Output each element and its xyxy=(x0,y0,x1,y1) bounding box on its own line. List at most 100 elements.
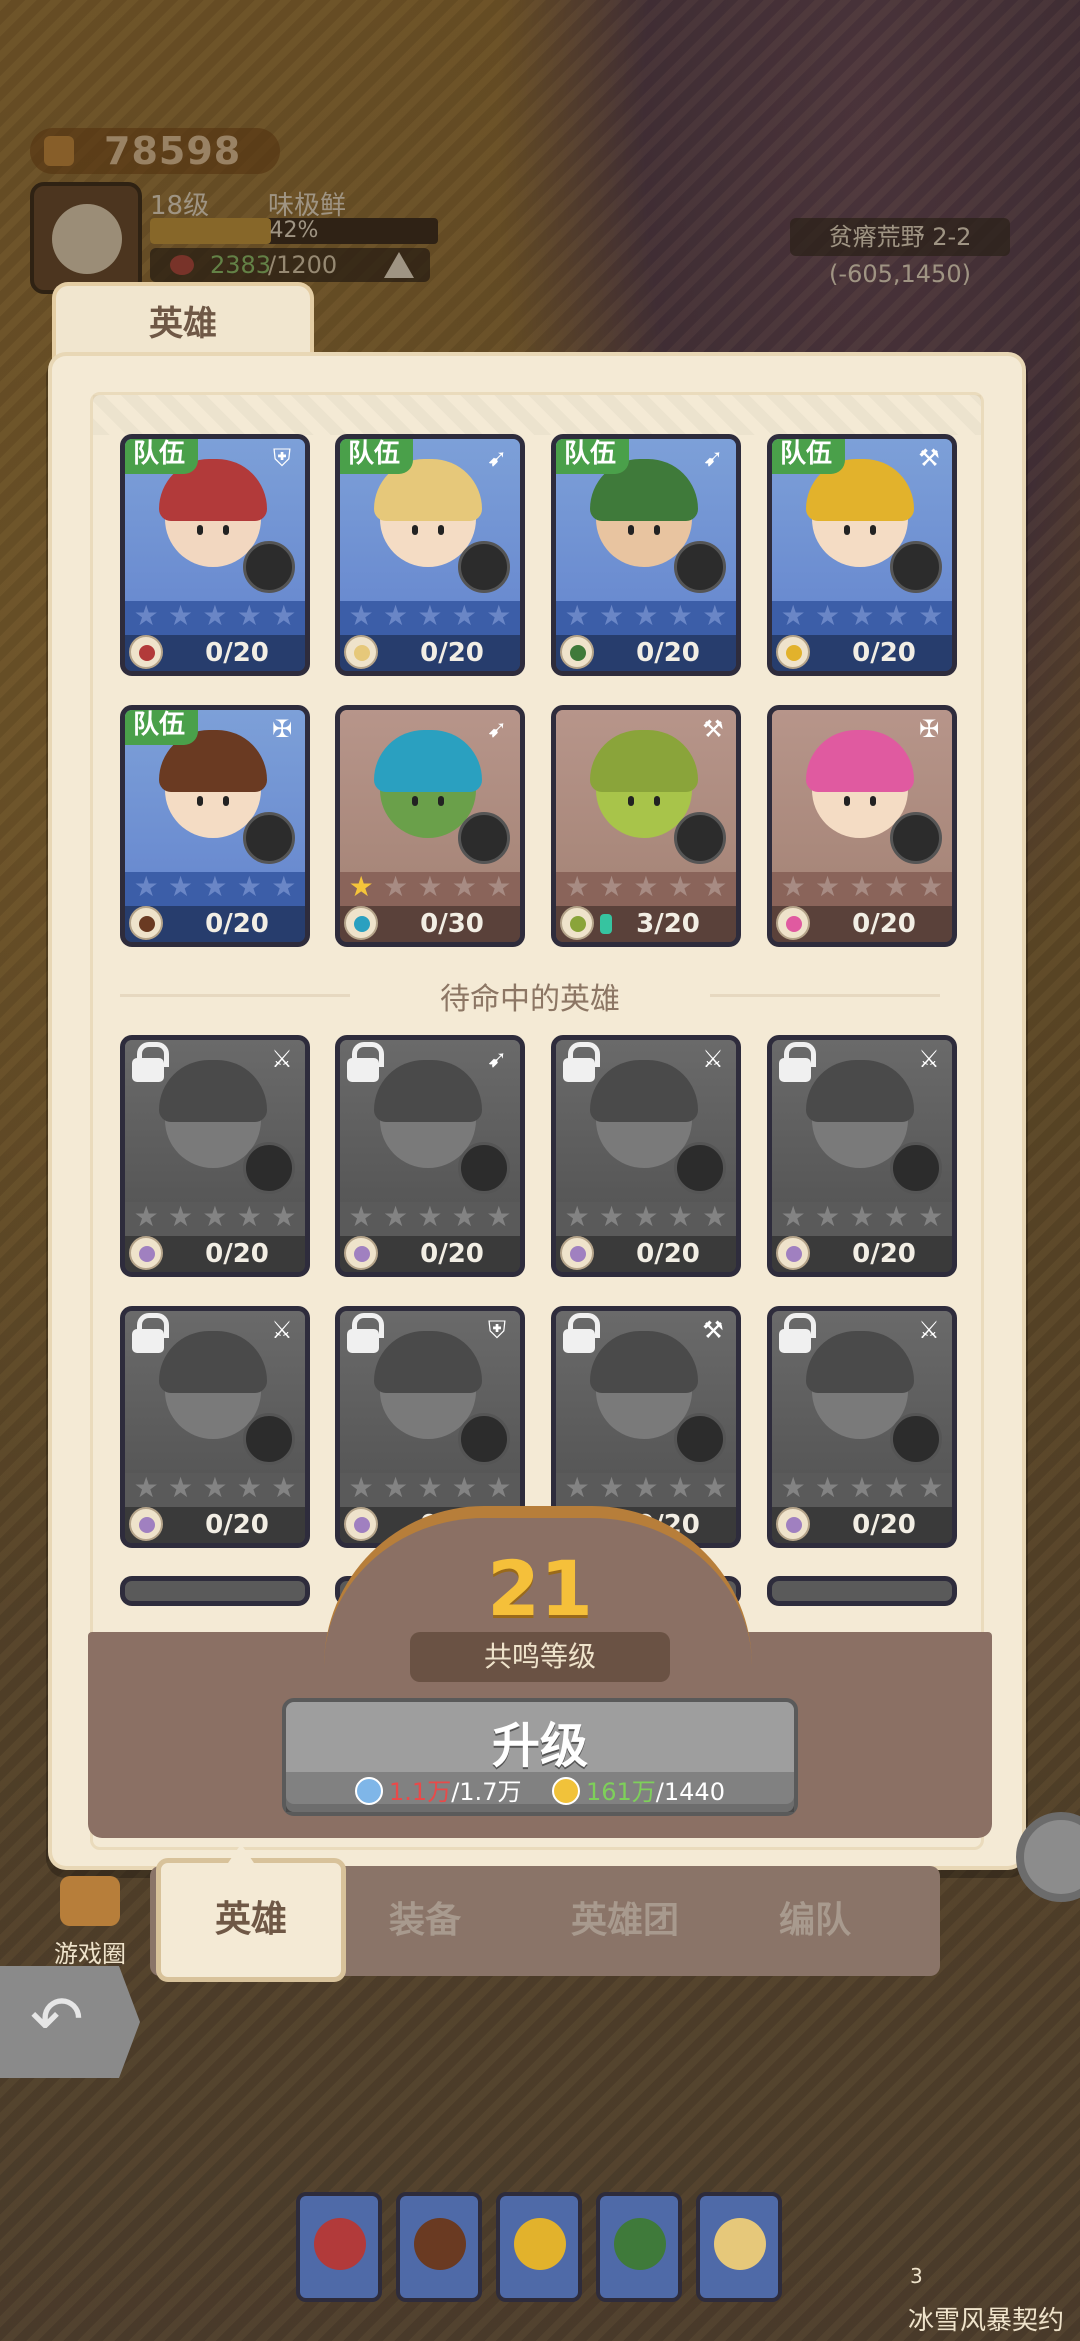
weapon-slot-icon xyxy=(890,541,942,593)
lineup-hero[interactable] xyxy=(296,2192,382,2302)
star-icon: ★ xyxy=(849,1471,875,1504)
upgrade-button[interactable]: 升级 1.1万/1.7万 161万/1440 xyxy=(282,1698,798,1816)
star-icon: ★ xyxy=(918,599,944,632)
hero-shard-icon xyxy=(560,906,594,940)
star-icon: ★ xyxy=(815,870,841,903)
star-icon: ★ xyxy=(780,599,806,632)
lock-icon xyxy=(558,1040,600,1082)
star-icon: ★ xyxy=(849,1200,875,1233)
hero-shard-icon xyxy=(129,635,163,669)
tab-heroes[interactable]: 英雄 xyxy=(156,1858,346,1982)
hero-card[interactable]: ⚒ ★ ★ ★ ★ ★ 0/20 队伍 xyxy=(767,434,957,676)
star-icon: ★ xyxy=(564,599,590,632)
sword-icon: ⚔ xyxy=(271,1316,293,1344)
axe-icon: ⚒ xyxy=(918,444,940,472)
weapon-slot-icon xyxy=(674,1142,726,1194)
star-icon: ★ xyxy=(667,599,693,632)
hero-card[interactable]: ✠ ★ ★ ★ ★ ★ 0/20 xyxy=(767,705,957,947)
bow-icon: ➹ xyxy=(702,444,724,472)
lineup-bar xyxy=(296,2192,796,2302)
star-icon: ★ xyxy=(451,599,477,632)
contract-widget[interactable]: 3 冰雪风暴契约 xyxy=(900,2264,1080,2336)
weapon-slot-icon xyxy=(890,812,942,864)
hero-card[interactable]: ➹ ★ ★ ★ ★ ★ 0/20 队伍 xyxy=(551,434,741,676)
hero-card[interactable]: ⚒ ★ ★ ★ ★ ★ 3/20 xyxy=(551,705,741,947)
star-icon: ★ xyxy=(564,1471,590,1504)
star-icon: ★ xyxy=(271,1200,297,1233)
hero-shard-icon xyxy=(129,906,163,940)
star-icon: ★ xyxy=(599,870,625,903)
star-icon: ★ xyxy=(633,599,659,632)
shard-progress: 0/20 xyxy=(852,1239,916,1269)
hero-card-partial[interactable] xyxy=(767,1576,957,1606)
star-rating: ★ ★ ★ ★ ★ xyxy=(344,1202,516,1232)
gift-box-icon xyxy=(60,1876,120,1926)
hero-card[interactable]: ⚔ ★ ★ ★ ★ ★ 0/20 xyxy=(767,1306,957,1548)
shield-icon: ⛨ xyxy=(273,444,291,472)
staff-icon: ✠ xyxy=(918,715,940,743)
lineup-hero[interactable] xyxy=(496,2192,582,2302)
star-icon: ★ xyxy=(849,870,875,903)
hero-card[interactable]: ⚔ ★ ★ ★ ★ ★ 0/20 xyxy=(767,1035,957,1277)
hero-card[interactable]: ⚔ ★ ★ ★ ★ ★ 0/20 xyxy=(120,1306,310,1548)
shard-progress: 0/20 xyxy=(852,909,916,939)
hero-card-partial[interactable] xyxy=(120,1576,310,1606)
star-icon: ★ xyxy=(168,1200,194,1233)
tab-equipment[interactable]: 装备 xyxy=(350,1866,500,1976)
weapon-slot-icon xyxy=(890,1413,942,1465)
hero-shard-icon xyxy=(129,1236,163,1270)
shield-icon: ⛨ xyxy=(488,1316,506,1344)
star-rating: ★ ★ ★ ★ ★ xyxy=(129,601,301,631)
lock-icon xyxy=(342,1311,384,1353)
shard-progress: 0/20 xyxy=(205,1239,269,1269)
star-icon: ★ xyxy=(236,599,262,632)
weapon-slot-icon xyxy=(243,812,295,864)
staff-icon: ✠ xyxy=(271,715,293,743)
star-icon: ★ xyxy=(348,1200,374,1233)
standby-heroes-label: 待命中的英雄 xyxy=(90,974,970,1018)
axe-icon: ⚒ xyxy=(702,1316,724,1344)
star-icon: ★ xyxy=(599,1471,625,1504)
star-icon: ★ xyxy=(168,1471,194,1504)
coin-need: /1440 xyxy=(655,1778,725,1806)
shard-progress: 0/20 xyxy=(205,638,269,668)
tab-hero-group[interactable]: 英雄团 xyxy=(530,1866,720,1976)
hero-card[interactable]: ➹ ★ ★ ★ ★ ★ 0/30 xyxy=(335,705,525,947)
hero-card[interactable]: ⚔ ★ ★ ★ ★ ★ 0/20 xyxy=(551,1035,741,1277)
star-icon: ★ xyxy=(633,1200,659,1233)
tab-formation[interactable]: 编队 xyxy=(740,1866,890,1976)
coin-have: 161万 xyxy=(585,1778,656,1806)
star-rating: ★ ★ ★ ★ ★ xyxy=(344,1473,516,1503)
star-icon: ★ xyxy=(271,1471,297,1504)
star-icon: ★ xyxy=(133,1471,159,1504)
star-icon: ★ xyxy=(451,1200,477,1233)
lineup-hero[interactable] xyxy=(396,2192,482,2302)
weapon-slot-icon xyxy=(243,541,295,593)
star-icon: ★ xyxy=(486,599,512,632)
weapon-slot-icon xyxy=(458,812,510,864)
bow-icon: ➹ xyxy=(486,1045,508,1073)
hero-shard-icon xyxy=(129,1507,163,1541)
lineup-hero[interactable] xyxy=(696,2192,782,2302)
shard-progress: 0/30 xyxy=(420,909,484,939)
hero-card[interactable]: ➹ ★ ★ ★ ★ ★ 0/20 xyxy=(335,1035,525,1277)
shard-progress: 0/20 xyxy=(852,638,916,668)
hero-card[interactable]: ✠ ★ ★ ★ ★ ★ 0/20 队伍 xyxy=(120,705,310,947)
star-icon: ★ xyxy=(383,870,409,903)
star-icon: ★ xyxy=(702,1200,728,1233)
weapon-slot-icon xyxy=(243,1413,295,1465)
lock-icon xyxy=(342,1040,384,1082)
star-icon: ★ xyxy=(599,1200,625,1233)
star-icon: ★ xyxy=(348,599,374,632)
back-button[interactable]: ↶ xyxy=(0,1966,140,2078)
hero-card[interactable]: ➹ ★ ★ ★ ★ ★ 0/20 队伍 xyxy=(335,434,525,676)
game-circle-button[interactable]: 游戏圈 xyxy=(40,1876,140,1969)
hero-card[interactable]: ⛨ ★ ★ ★ ★ ★ 0/20 队伍 xyxy=(120,434,310,676)
sword-icon: ⚔ xyxy=(918,1316,940,1344)
lock-icon xyxy=(774,1040,816,1082)
weapon-slot-icon xyxy=(243,1142,295,1194)
hero-card[interactable]: ⚔ ★ ★ ★ ★ ★ 0/20 xyxy=(120,1035,310,1277)
hero-shard-icon xyxy=(344,906,378,940)
shard-progress: 0/20 xyxy=(420,638,484,668)
lineup-hero[interactable] xyxy=(596,2192,682,2302)
